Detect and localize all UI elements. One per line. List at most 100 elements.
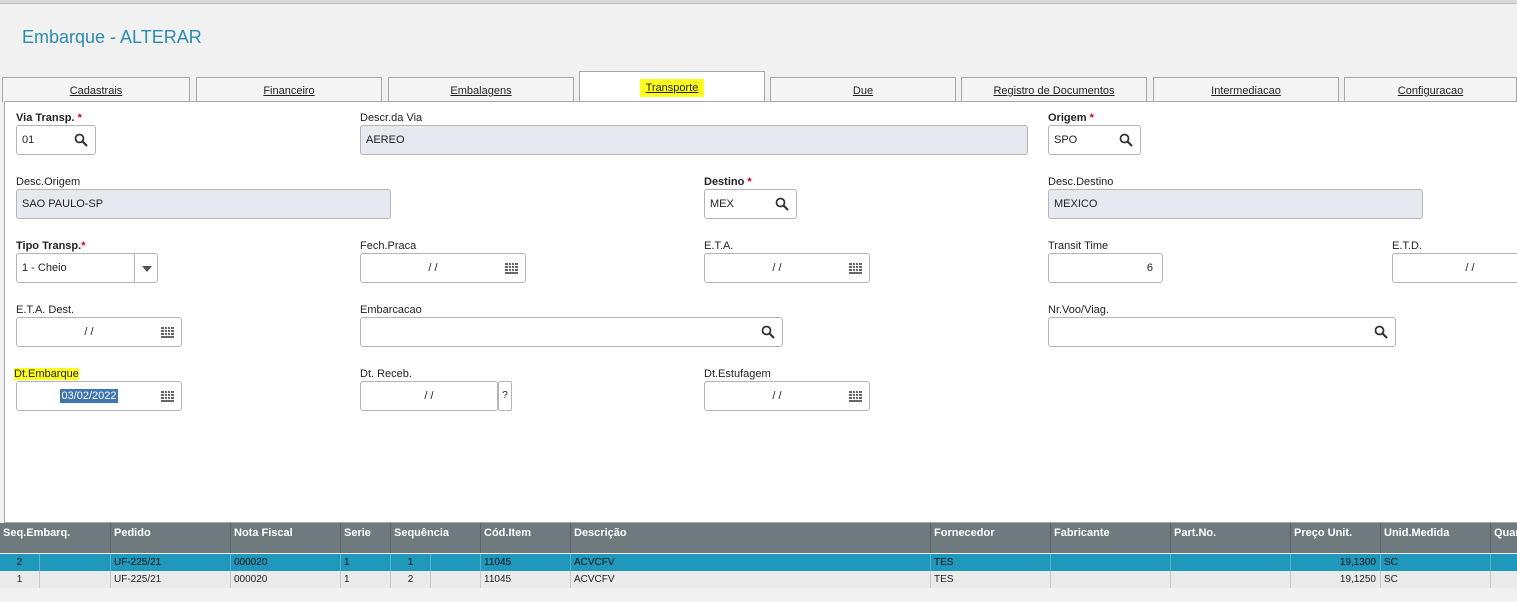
cell-preco-unit: 19,1250 (1291, 571, 1381, 588)
dt-embarque-value: 03/02/2022 (60, 389, 118, 403)
col-header-quantidade[interactable]: Quan (1491, 523, 1517, 553)
descr-via-field: AEREO (360, 125, 1028, 155)
search-icon[interactable] (775, 197, 789, 211)
cell-descricao: ACVCFV (571, 571, 931, 588)
eta-input[interactable]: / / (704, 253, 870, 283)
cell-spacer (431, 571, 481, 588)
dt-receb-label: Dt. Receb. (360, 368, 412, 380)
cell-cod-item: 11045 (481, 571, 571, 588)
cell-quantidade (1491, 554, 1517, 571)
col-header-descricao[interactable]: Descrição (571, 523, 931, 553)
cell-preco-unit: 19,1300 (1291, 554, 1381, 571)
calendar-icon[interactable] (849, 391, 863, 402)
eta-dest-input[interactable]: / / (16, 317, 182, 347)
tab-bar: Cadastrais Financeiro Embalagens Transpo… (0, 70, 1517, 102)
dt-estufagem-label: Dt.Estufagem (704, 368, 771, 380)
cell-unid-medida: SC (1381, 554, 1491, 571)
etd-label: E.T.D. (1392, 240, 1422, 252)
calendar-icon[interactable] (161, 391, 175, 402)
cell-sequencia: 2 (391, 571, 431, 588)
embarcacao-input[interactable] (360, 317, 783, 347)
cell-serie: 1 (341, 554, 391, 571)
etd-input[interactable]: / / (1392, 253, 1517, 283)
search-icon[interactable] (761, 325, 775, 339)
fech-praca-label: Fech.Praca (360, 240, 417, 252)
tab-intermediacao[interactable]: Intermediacao (1153, 77, 1339, 102)
calendar-icon[interactable] (161, 327, 175, 338)
nr-voo-label: Nr.Voo/Viag. (1048, 304, 1109, 316)
fech-praca-input[interactable]: / / (360, 253, 526, 283)
tab-financeiro[interactable]: Financeiro (196, 77, 382, 102)
tab-transporte-label: Transporte (639, 79, 705, 97)
search-icon[interactable] (74, 133, 88, 147)
cell-spacer (40, 554, 111, 571)
calendar-icon[interactable] (849, 263, 863, 274)
cell-part-no (1171, 554, 1291, 571)
cell-seq-embarq: 1 (0, 571, 40, 588)
tab-cadastrais[interactable]: Cadastrais (2, 77, 190, 102)
descr-via-label: Descr.da Via (360, 112, 423, 124)
origem-input[interactable]: SPO (1048, 125, 1141, 155)
cell-sequencia: 1 (391, 554, 431, 571)
transit-time-input[interactable]: 6 (1048, 253, 1163, 283)
cell-seq-embarq: 2 (0, 554, 40, 571)
col-header-fornecedor[interactable]: Fornecedor (931, 523, 1051, 553)
cell-fornecedor: TES (931, 571, 1051, 588)
col-header-unid-medida[interactable]: Unid.Medida (1381, 523, 1491, 553)
desc-destino-field: MEXICO (1048, 189, 1423, 219)
cell-pedido: UF-225/21 (111, 571, 231, 588)
table-row[interactable]: 2 UF-225/21 000020 1 1 11045 ACVCFV TES … (0, 554, 1517, 571)
desc-destino-label: Desc.Destino (1048, 176, 1114, 188)
dt-receb-help-button[interactable]: ? (498, 381, 512, 411)
col-header-sequencia[interactable]: Sequência (391, 523, 481, 553)
col-header-fabricante[interactable]: Fabricante (1051, 523, 1171, 553)
cell-quantidade (1491, 571, 1517, 588)
col-header-preco-unit[interactable]: Preço Unit. (1291, 523, 1381, 553)
search-icon[interactable] (1119, 133, 1133, 147)
col-header-pedido[interactable]: Pedido (111, 523, 231, 553)
cell-pedido: UF-225/21 (111, 554, 231, 571)
tipo-transp-label: Tipo Transp.* (16, 240, 86, 252)
col-header-nota-fiscal[interactable]: Nota Fiscal (231, 523, 341, 553)
cell-nota-fiscal: 000020 (231, 571, 341, 588)
destino-label: Destino * (704, 176, 752, 188)
dt-receb-input[interactable]: / / (360, 381, 498, 411)
cell-cod-item: 11045 (481, 554, 571, 571)
col-header-cod-item[interactable]: Cód.Item (481, 523, 571, 553)
via-transp-input[interactable]: 01 (16, 125, 96, 155)
col-header-seq-embarq[interactable]: Seq.Embarq. (0, 523, 111, 553)
cell-part-no (1171, 571, 1291, 588)
nr-voo-input[interactable] (1048, 317, 1396, 347)
transit-time-label: Transit Time (1048, 240, 1109, 252)
page-title: Embarque - ALTERAR (22, 27, 202, 47)
via-transp-label: Via Transp. * (16, 112, 82, 124)
eta-label: E.T.A. (704, 240, 734, 252)
calendar-icon[interactable] (505, 263, 519, 274)
table-row[interactable]: 1 UF-225/21 000020 1 2 11045 ACVCFV TES … (0, 571, 1517, 588)
grid-header: Seq.Embarq. Pedido Nota Fiscal Serie Seq… (0, 523, 1517, 553)
desc-origem-field: SAO PAULO-SP (16, 189, 391, 219)
tab-embalagens[interactable]: Embalagens (388, 77, 574, 102)
col-header-serie[interactable]: Serie (341, 523, 391, 553)
col-header-part-no[interactable]: Part.No. (1171, 523, 1291, 553)
tab-configuracao[interactable]: Configuracao (1344, 77, 1517, 102)
tab-registro-documentos[interactable]: Registro de Documentos (961, 77, 1147, 102)
tab-transporte[interactable]: Transporte (579, 71, 765, 102)
tab-due[interactable]: Due (770, 77, 956, 102)
desc-origem-label: Desc.Origem (16, 176, 81, 188)
dt-embarque-input[interactable]: 03/02/2022 (16, 381, 182, 411)
destino-input[interactable]: MEX (704, 189, 797, 219)
cell-unid-medida: SC (1381, 571, 1491, 588)
items-grid: Seq.Embarq. Pedido Nota Fiscal Serie Seq… (0, 523, 1517, 602)
chevron-down-icon[interactable] (134, 254, 157, 282)
cell-fabricante (1051, 571, 1171, 588)
cell-fabricante (1051, 554, 1171, 571)
dt-estufagem-input[interactable]: / / (704, 381, 870, 411)
search-icon[interactable] (1374, 325, 1388, 339)
cell-fornecedor: TES (931, 554, 1051, 571)
cell-descricao: ACVCFV (571, 554, 931, 571)
cell-spacer (431, 554, 481, 571)
eta-dest-label: E.T.A. Dest. (16, 304, 75, 316)
cell-serie: 1 (341, 571, 391, 588)
tipo-transp-select[interactable]: 1 - Cheio (16, 253, 158, 283)
